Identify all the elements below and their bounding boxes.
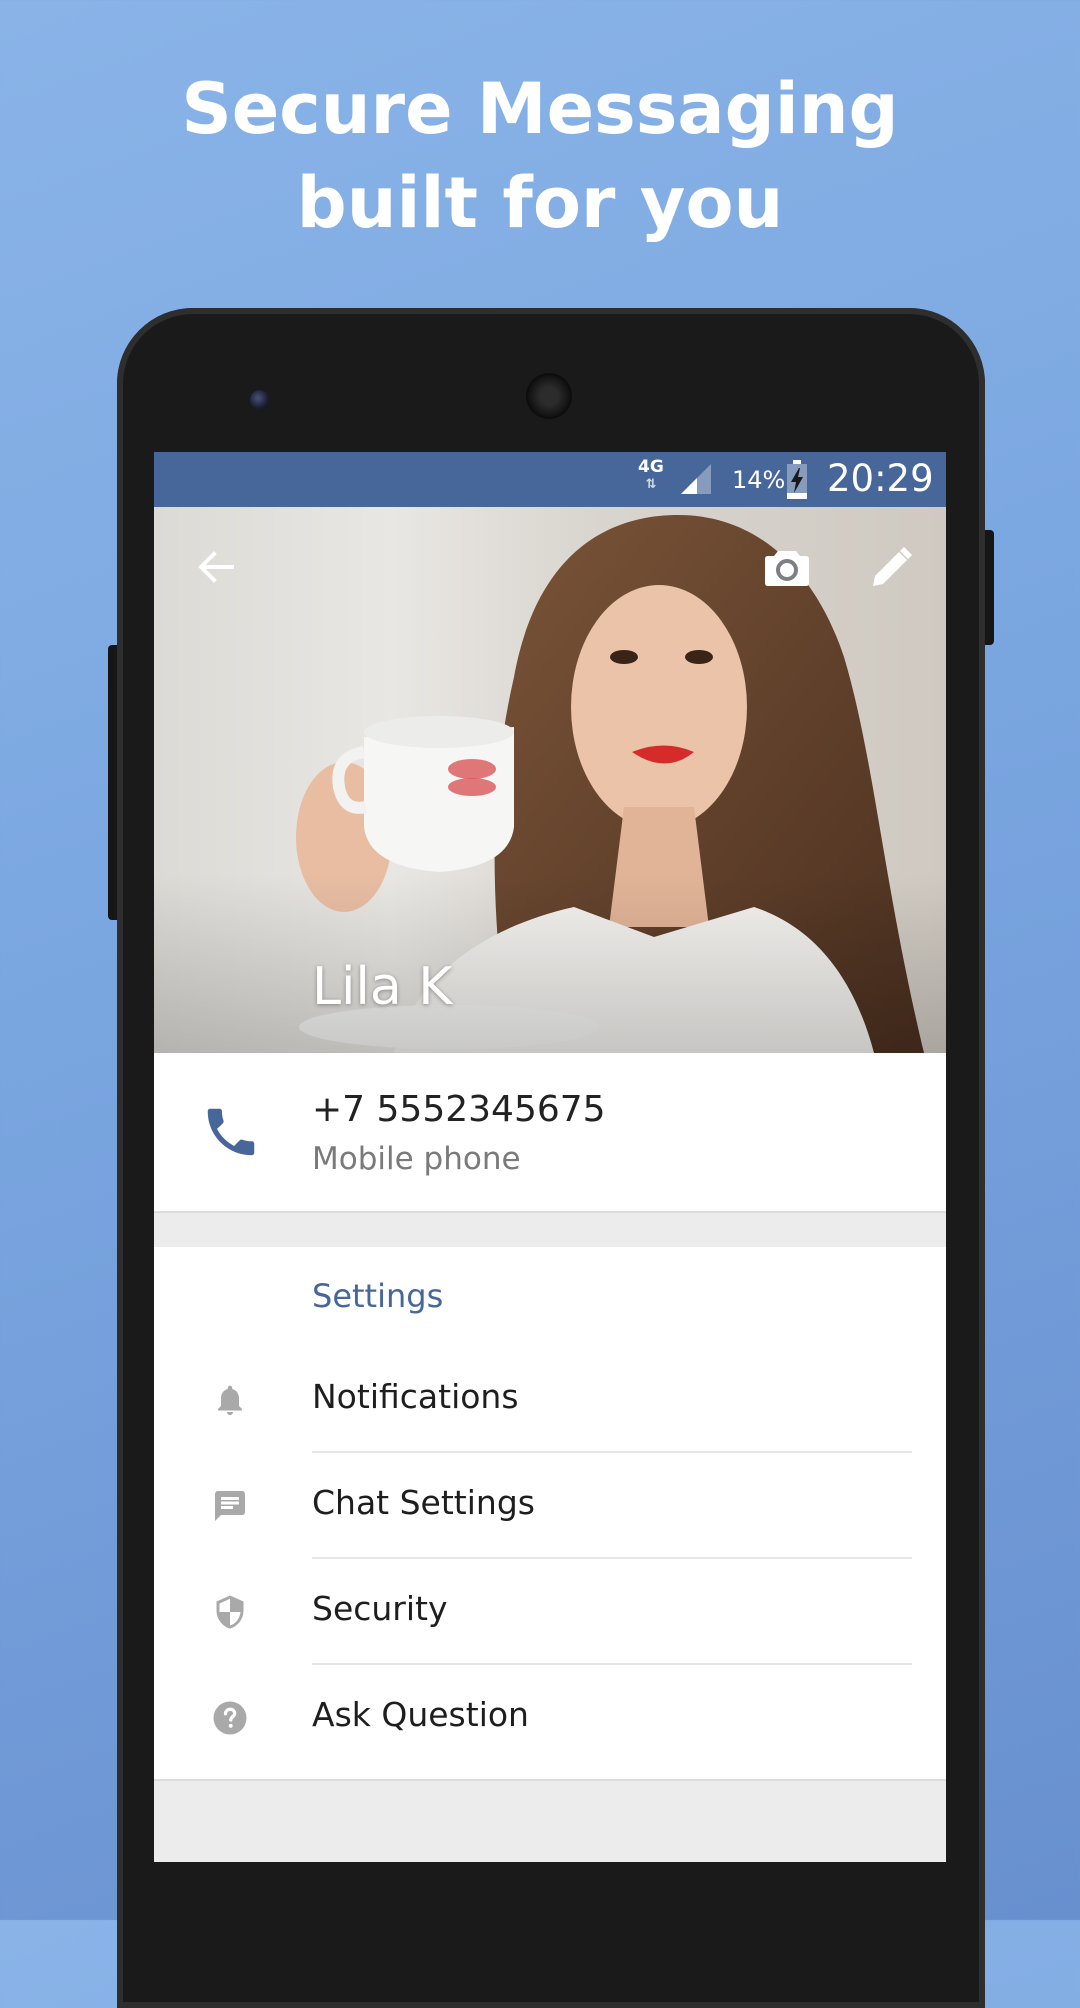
network-type: 4G bbox=[638, 457, 664, 477]
promo-headline: Secure Messaging built for you bbox=[0, 62, 1080, 250]
headline-line-1: Secure Messaging bbox=[181, 68, 899, 150]
clock: 20:29 bbox=[827, 457, 934, 500]
arrow-left-icon bbox=[198, 551, 234, 583]
chat-icon bbox=[215, 1491, 245, 1521]
settings-item-label: Ask Question bbox=[312, 1695, 529, 1734]
power-button bbox=[984, 530, 994, 645]
edit-button[interactable] bbox=[862, 537, 922, 597]
phone-info-card[interactable]: +7 5552345675 Mobile phone bbox=[154, 1053, 946, 1213]
phone-screen: 4G ⇅ 14% 20:29 Lila K +7 5552345675 Mobi… bbox=[154, 452, 946, 1862]
settings-item-label: Security bbox=[312, 1589, 448, 1628]
headline-line-2: built for you bbox=[296, 162, 784, 244]
battery-percent: 14% bbox=[732, 466, 786, 494]
settings-item-ask-question[interactable]: Ask Question bbox=[154, 1665, 946, 1771]
phone-number: +7 5552345675 bbox=[312, 1089, 606, 1130]
settings-item-chat-settings[interactable]: Chat Settings bbox=[154, 1453, 946, 1559]
phone-icon bbox=[207, 1108, 255, 1156]
header-shade bbox=[154, 873, 946, 1053]
earpiece-speaker bbox=[528, 375, 570, 417]
pencil-icon bbox=[873, 547, 912, 586]
profile-name: Lila K bbox=[312, 957, 453, 1017]
battery-charging-icon bbox=[787, 460, 807, 499]
settings-item-label: Chat Settings bbox=[312, 1483, 535, 1522]
signal-icon bbox=[681, 464, 711, 494]
front-camera bbox=[250, 390, 270, 410]
settings-header: Settings bbox=[312, 1277, 444, 1315]
phone-type-label: Mobile phone bbox=[312, 1141, 521, 1177]
status-bar: 4G ⇅ 14% 20:29 bbox=[154, 452, 946, 507]
network-indicator: 4G ⇅ bbox=[638, 458, 664, 494]
help-icon bbox=[213, 1701, 247, 1735]
profile-header: Lila K bbox=[154, 507, 946, 1053]
bell-icon bbox=[218, 1385, 242, 1415]
settings-item-label: Notifications bbox=[312, 1377, 519, 1416]
data-arrows-icon: ⇅ bbox=[645, 477, 657, 492]
settings-item-security[interactable]: Security bbox=[154, 1559, 946, 1665]
change-photo-button[interactable] bbox=[757, 537, 817, 597]
settings-item-notifications[interactable]: Notifications bbox=[154, 1347, 946, 1453]
camera-icon bbox=[765, 551, 809, 586]
settings-section: Settings Notifications Chat Settings Sec… bbox=[154, 1247, 946, 1781]
shield-icon bbox=[216, 1595, 244, 1629]
back-button[interactable] bbox=[186, 537, 246, 597]
